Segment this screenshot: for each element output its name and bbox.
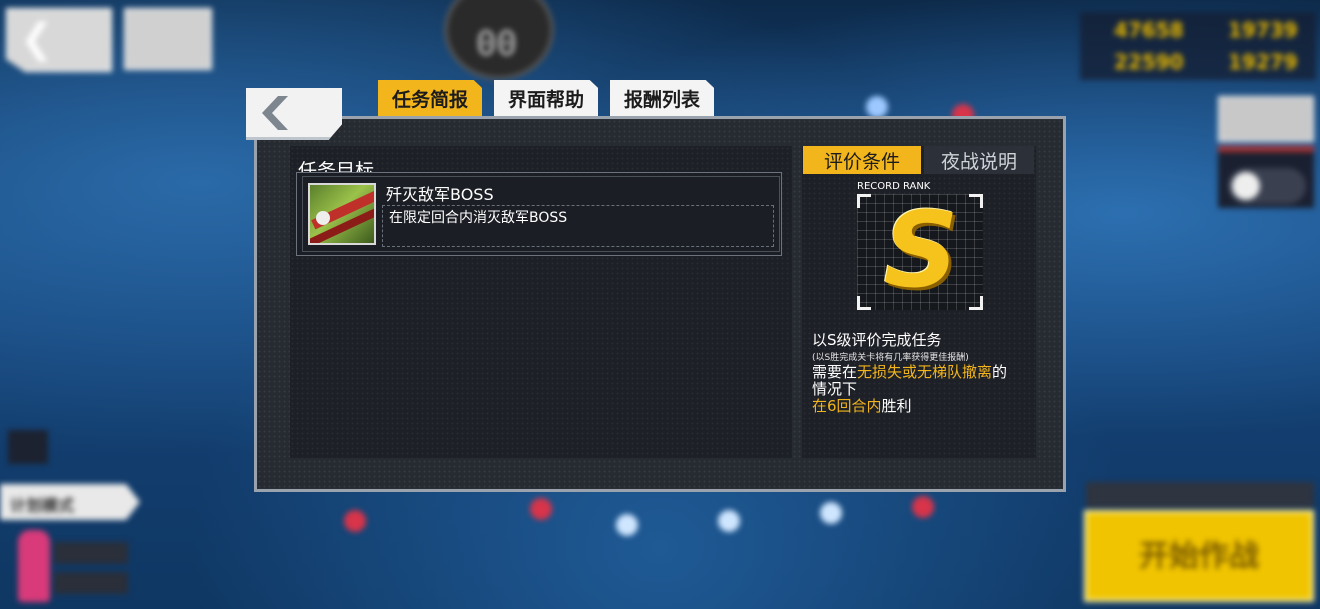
bg-eye-icon xyxy=(8,430,48,464)
bg-turn-counter: 00 xyxy=(444,0,554,80)
bg-plan-mode-button: 计划模式 xyxy=(0,484,140,520)
bg-resource-rations: 22590 xyxy=(1114,50,1184,74)
bg-echelon-icon xyxy=(18,530,50,602)
condition-line-4: 在6回合内胜利 xyxy=(812,397,912,415)
skull-icon xyxy=(316,211,330,225)
bg-resource-ammo: 19739 xyxy=(1228,18,1298,42)
bg-map-node xyxy=(616,514,638,536)
condition-line-3: 情况下 xyxy=(812,380,858,398)
bg-map-node xyxy=(344,510,366,532)
bg-map-node xyxy=(912,496,934,518)
objective-name: 歼灭敌军BOSS xyxy=(386,185,494,204)
close-back-button[interactable] xyxy=(246,88,342,140)
objective-description: 在限定回合内消灭敌军BOSS xyxy=(389,210,568,226)
tab-night-battle-info[interactable]: 夜战说明 xyxy=(924,146,1034,174)
condition-line-2: 需要在无损失或无梯队撤离的 xyxy=(812,363,1008,381)
bg-start-header xyxy=(1086,482,1314,508)
bg-side-tags xyxy=(54,542,128,598)
bg-toggle xyxy=(1228,168,1306,204)
bg-start-battle-label: 开始作战 xyxy=(1139,539,1259,574)
boss-portrait xyxy=(308,183,376,245)
bg-map-node xyxy=(820,502,842,524)
bg-start-battle-button: 开始作战 xyxy=(1084,510,1314,602)
bg-right-widget xyxy=(1218,96,1314,142)
tab-mission-briefing[interactable]: 任务简报 xyxy=(378,80,482,116)
bg-back-chevron-icon: ❮ xyxy=(20,16,54,62)
bg-map-node xyxy=(866,96,888,118)
rank-grade: S xyxy=(883,189,959,311)
condition-turn-limit: 在6回合内 xyxy=(812,397,882,415)
bg-plan-mode-label: 计划模式 xyxy=(10,496,75,515)
bg-back-button: ❮ xyxy=(6,8,112,72)
bg-map-node xyxy=(530,498,552,520)
bg-map-node xyxy=(718,510,740,532)
tab-reward-list[interactable]: 报酬列表 xyxy=(610,80,714,116)
chevron-left-icon xyxy=(262,96,288,130)
condition-line-1: 以S级评价完成任务 xyxy=(812,331,942,349)
bg-resource-panel: 47658 19739 22590 19279 xyxy=(1080,12,1316,80)
tab-interface-help[interactable]: 界面帮助 xyxy=(494,80,598,116)
bg-mode-button xyxy=(124,8,212,70)
condition-note: (以S胜完成关卡将有几率获得更佳报酬) xyxy=(812,353,969,363)
bg-resource-parts: 19279 xyxy=(1228,50,1298,74)
bg-resource-manpower: 47658 xyxy=(1114,18,1184,42)
tab-rating-conditions[interactable]: 评价条件 xyxy=(803,146,921,174)
condition-highlight: 无损失或无梯队撤离 xyxy=(857,363,993,381)
bg-turn-number: 00 xyxy=(476,24,517,64)
